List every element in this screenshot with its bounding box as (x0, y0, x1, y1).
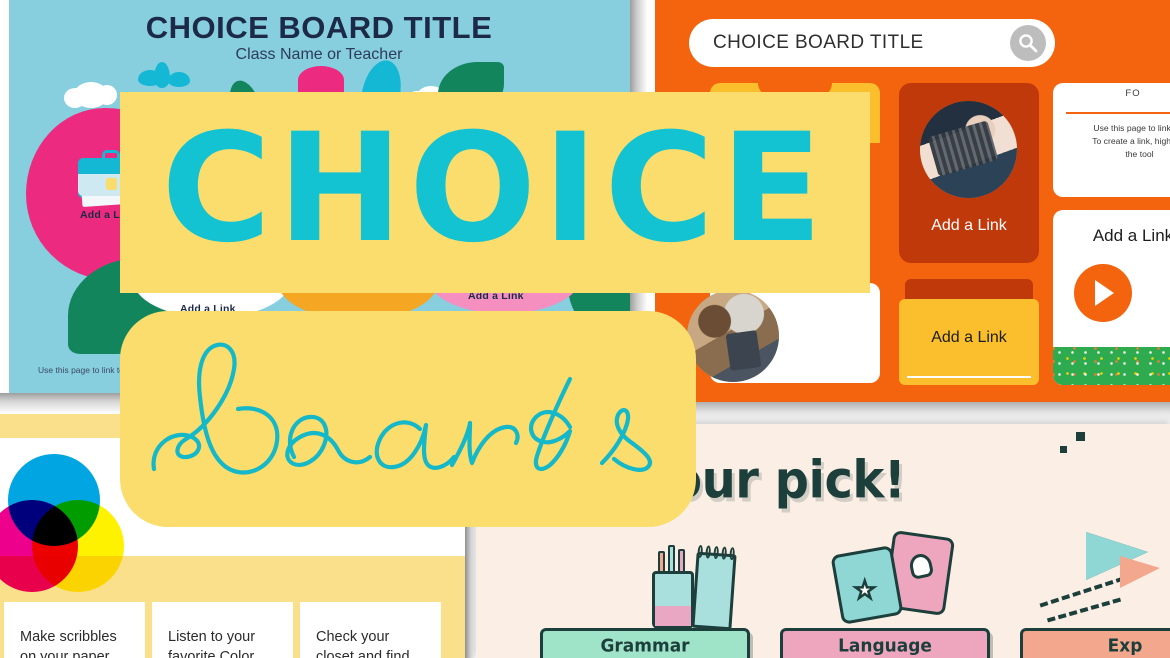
search-bar[interactable]: CHOICE BOARD TITLE (689, 19, 1055, 67)
decor-speck (1060, 446, 1067, 453)
pick-button-grammar[interactable]: Grammar (540, 628, 750, 658)
overlay-banner-choice: CHOICE (120, 92, 870, 293)
activity-card[interactable]: Check your closet and find garments that… (300, 602, 441, 658)
info-card-divider (1066, 112, 1170, 114)
photo-thumbnail-students (687, 290, 779, 382)
photo-thumbnail-keyboard (920, 101, 1017, 198)
activity-card[interactable]: Listen to your favorite Color (152, 602, 293, 658)
paper-plane-icon (1039, 512, 1170, 630)
blue-slide-subtitle: Class Name or Teacher (235, 46, 403, 63)
white-cloud-decoration-1 (64, 82, 117, 108)
overlay-banner-boards: Boards (120, 311, 696, 527)
search-input-value[interactable]: CHOICE BOARD TITLE (713, 32, 924, 54)
pencil-cup-notebook-icon (636, 529, 746, 631)
confetti-strip (1053, 347, 1170, 385)
pick-button-language[interactable]: Language (780, 628, 990, 658)
overlay-headline-text: CHOICE (161, 101, 829, 276)
activity-card-text: Check your closet and find garments that… (316, 629, 410, 658)
info-card-header: FO (1125, 88, 1141, 99)
video-link-card[interactable]: Add a Link (1053, 210, 1170, 385)
venn-color-circles-icon (0, 454, 124, 592)
decor-speck (1076, 432, 1085, 441)
speech-bubbles-icon: ★ (830, 520, 962, 630)
pink-burst-decoration (298, 66, 344, 94)
activity-card-text: Make scribbles on your paper. What were … (20, 629, 117, 658)
info-text-card: FO Use this page to link to r To create … (1053, 83, 1170, 197)
activity-card[interactable]: Make scribbles on your paper. What were … (4, 602, 145, 658)
dark-link-card[interactable]: Add a Link (899, 83, 1039, 263)
left-white-edge (0, 0, 9, 393)
info-card-body: Use this page to link to r To create a l… (1092, 123, 1170, 159)
activity-card-text: Listen to your favorite Color (168, 629, 256, 658)
pick-button-label: Language (838, 634, 932, 657)
overlay-script-word-boards: Boards (151, 342, 653, 475)
slide-divider-orange-bottom (655, 402, 1170, 424)
video-card-add-link-label[interactable]: Add a Link (1053, 226, 1170, 246)
pick-button-label: Exp (1107, 634, 1143, 657)
folder-link-card[interactable]: Add a Link (899, 279, 1039, 385)
play-icon[interactable] (1074, 264, 1132, 322)
pick-button-expression[interactable]: Exp (1020, 628, 1170, 658)
venn-circle-yellow (32, 500, 124, 592)
folder-add-link-label[interactable]: Add a Link (899, 329, 1039, 347)
pick-button-label: Grammar (600, 634, 690, 657)
search-icon[interactable] (1010, 25, 1046, 61)
screenshot-canvas: Add a Link Add a Link Add a Link Add a L… (0, 0, 1170, 658)
dark-card-add-link-label[interactable]: Add a Link (899, 217, 1039, 235)
blue-slide-title: CHOICE BOARD TITLE (145, 10, 493, 45)
